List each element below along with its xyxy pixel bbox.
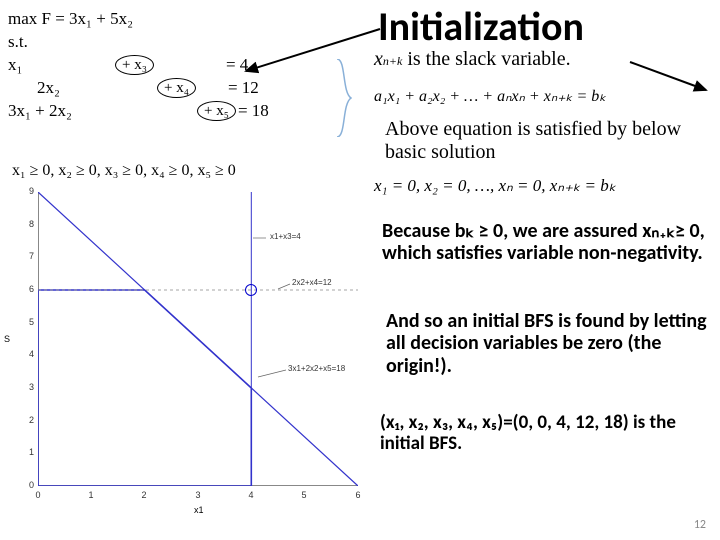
initial-bfs-paragraph: And so an initial BFS is found by lettin… [386,310,711,377]
slack-var-x3: + x₃ [115,55,154,75]
feasible-region-chart: 0 1 2 3 4 5 6 7 8 9 0 1 2 3 4 5 6 x1 S x… [4,184,372,528]
chart-lines [38,192,358,486]
constraints-brace [334,59,352,137]
nonnegativity: x₁ ≥ 0, x₂ ≥ 0, x₃ ≥ 0, x₄ ≥ 0, x₅ ≥ 0 [12,162,236,180]
x-axis-title: x1 [194,505,204,515]
basic-solution: x₁ = 0, x₂ = 0, …, xₙ = 0, xₙ₊ₖ = bₖ [374,176,616,196]
y-axis-title: S [4,334,10,344]
general-constraint-equation: a₁x₁ + a₂x₂ + … + aₙxₙ + xₙ₊ₖ = bₖ [374,86,606,106]
annotation-c3: 3x1+2x2+x5=18 [288,364,345,373]
intersection-marker [245,284,257,296]
page-number: 12 [694,518,706,532]
constraint-2: 2x₂ + x₄ = 12 [8,77,358,100]
initial-bfs-values: (x₁, x₂, x₃, x₄, x₅)=(0, 0, 4, 12, 18) i… [380,412,710,455]
lp-formulation: max F = 3x₁ + 5x₂ s.t. x₁ + x₃ = 4 2x₂ +… [8,8,358,123]
slack-var-x5: + x₅ [197,101,236,121]
annotation-c1: x1+x3=4 [270,232,301,241]
annotation-c2: 2x2+x4=12 [292,278,332,287]
slack-var-x4: + x₄ [157,78,196,98]
subject-to-label: s.t. [8,31,358,54]
objective-row: max F = 3x₁ + 5x₂ [8,8,358,31]
page-title: Initialization [378,2,584,51]
constraint-1: x₁ + x₃ = 4 [8,54,358,77]
arrow-to-equation [626,40,716,95]
satisfied-statement: Above equation is satisfied by below bas… [385,118,705,164]
slack-variable-text: xn+k is the slack variable. [374,48,571,71]
because-paragraph: Because bₖ ≥ 0, we are assured xₙ₊ₖ≥ 0, … [382,220,712,265]
constraint-3: 3x₁ + 2x₂ + x₅ = 18 [8,100,358,123]
